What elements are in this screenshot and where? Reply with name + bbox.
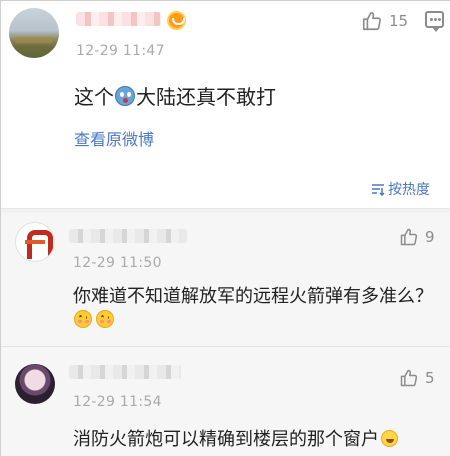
emoji-row <box>73 310 115 328</box>
vip-badge-icon <box>167 11 186 30</box>
comment-timestamp: 12-29 11:47 <box>76 43 165 59</box>
like-button[interactable]: 5 <box>399 368 435 388</box>
list-item: 12-29 11:54 5 消防火箭炮可以精确到楼层的那个窗户 <box>1 346 450 456</box>
comment-text-part-1: 这个 <box>74 85 114 109</box>
sort-by-hot-button[interactable]: 按热度 <box>371 179 430 199</box>
blush-face-emoji-icon <box>74 310 92 328</box>
reply-timestamp: 12-29 11:54 <box>73 394 162 410</box>
scared-face-emoji-icon <box>115 85 135 106</box>
sort-icon <box>372 184 385 196</box>
thumbs-up-icon <box>400 369 418 387</box>
like-count: 5 <box>425 369 435 387</box>
reply-text-body: 消防火箭炮可以精确到楼层的那个窗户 <box>73 429 379 450</box>
laugh-face-emoji-icon <box>381 429 398 447</box>
reply-timestamp: 12-29 11:50 <box>73 255 162 271</box>
thumbs-up-icon <box>362 11 381 31</box>
weibo-comment-panel: 12-29 11:47 15 这个 大陆还真不敢打 查看原微博 按热度 12-2… <box>0 0 450 456</box>
sort-label: 按热度 <box>388 182 430 198</box>
username-blurred[interactable] <box>69 365 181 379</box>
reply-text: 你难道不知道解放军的远程火箭弹有多准么？ <box>73 286 433 307</box>
like-count: 15 <box>389 12 409 30</box>
like-button[interactable]: 15 <box>361 10 408 32</box>
username-blurred[interactable] <box>76 12 161 26</box>
blush-face-emoji-icon <box>96 310 114 328</box>
comment-text-part-2: 大陆还真不敢打 <box>136 85 276 109</box>
username-blurred[interactable] <box>69 229 187 243</box>
like-button[interactable]: 9 <box>399 227 435 247</box>
avatar[interactable] <box>15 222 55 262</box>
comment-text: 这个 大陆还真不敢打 <box>74 81 276 110</box>
thumbs-up-icon <box>400 228 418 246</box>
list-item: 12-29 11:50 9 你难道不知道解放军的远程火箭弹有多准么？ <box>1 213 450 346</box>
view-original-weibo-link[interactable]: 查看原微博 <box>74 126 154 150</box>
avatar[interactable] <box>9 8 59 58</box>
like-count: 9 <box>425 228 435 246</box>
main-comment: 12-29 11:47 15 这个 大陆还真不敢打 查看原微博 按热度 <box>1 1 450 208</box>
reply-list: 12-29 11:50 9 你难道不知道解放军的远程火箭弹有多准么？ 12-29… <box>1 213 450 456</box>
comment-reply-icon[interactable] <box>425 11 444 32</box>
reply-text: 消防火箭炮可以精确到楼层的那个窗户 <box>73 425 399 451</box>
avatar[interactable] <box>15 364 55 404</box>
